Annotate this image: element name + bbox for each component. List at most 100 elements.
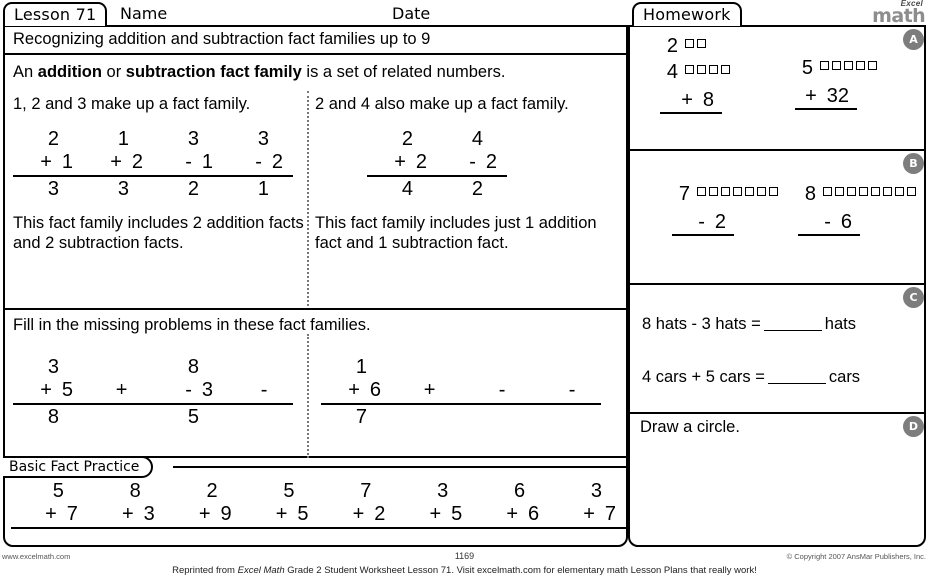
- note-post: Grade 2 Student Worksheet Lesson 71. Vis…: [284, 565, 757, 576]
- lesson-left-problem-1-answer[interactable]: 3: [13, 177, 83, 201]
- bfp-problem-3: 2 +9: [164, 480, 242, 529]
- fillin-right-problem-2-operator: +: [423, 379, 436, 401]
- fillin-right-problem-4-operand: [585, 379, 591, 401]
- lesson-right-problem-1: 2 +2 4: [367, 128, 437, 201]
- lesson-left-problem-3-answer[interactable]: 2: [153, 177, 223, 201]
- fillin-left-problem-2-addend-top: [83, 356, 153, 379]
- bfp-problem-2-addend-top: 8: [129, 480, 141, 502]
- c2-answer-blank[interactable]: [767, 383, 826, 384]
- fillin-right-problem-2-addend-top: [391, 356, 461, 379]
- c2-text-pre: 4 cars + 5 cars =: [642, 368, 765, 386]
- footer-copyright: © Copyright 2007 AnsMar Publishers, Inc.: [786, 552, 926, 561]
- fillin-right-problem-4-answer[interactable]: [531, 405, 601, 429]
- counter-square: [859, 187, 868, 196]
- counter-square: [721, 187, 730, 196]
- bfp-problem-1-operator: +: [45, 503, 57, 525]
- counter-square: [733, 187, 742, 196]
- bfp-problem-5: 7 +2: [318, 480, 396, 529]
- counter-square: [844, 61, 853, 70]
- homework-section-b: B 7 -2 8 -6: [630, 151, 924, 285]
- fillin-left-problem-4-answer[interactable]: [223, 405, 293, 429]
- a2-operator: +: [805, 85, 817, 107]
- counter-square: [769, 187, 778, 196]
- counter-square: [685, 39, 694, 48]
- bfp-problem-1: 5 +7: [11, 480, 88, 529]
- a1-top-squares: [685, 35, 709, 61]
- fillin-right-problem-3-operand: [515, 379, 521, 401]
- bfp-problem-5-operator: +: [352, 503, 365, 525]
- intro-bold-addition: addition: [37, 63, 102, 81]
- left-column-footer: This fact family includes 2 addition fac…: [13, 214, 304, 252]
- fillin-left-problem-4-addend-top: [223, 356, 293, 379]
- c1-answer-blank[interactable]: [763, 330, 822, 331]
- bfp-problem-4: 5 +5: [241, 480, 319, 529]
- bfp-problem-5-operand: 2: [374, 503, 386, 525]
- counter-square: [709, 187, 718, 196]
- fillin-left-problem-3-operator: -: [185, 379, 192, 401]
- lesson-left-problem-4: 3-2 1: [223, 128, 293, 201]
- bfp-problem-5-addend-top: 7: [360, 480, 372, 502]
- lesson-left-problem-4-operator: -: [255, 151, 262, 173]
- bfp-problem-2: 8 +3: [87, 480, 165, 529]
- fillin-right-problem-3-answer[interactable]: [461, 405, 531, 429]
- fillin-left-problem-2-answer[interactable]: [83, 405, 153, 429]
- homework-d-prompt: Draw a circle.: [640, 418, 740, 436]
- bfp-problem-7-addend-top: 6: [514, 480, 526, 502]
- lesson-left-problem-2-operator: +: [110, 151, 122, 173]
- a1-top-number: 2: [666, 35, 678, 57]
- fillin-right-problem-3-addend-top: [461, 356, 531, 379]
- lesson-left-problem-3: 3-12: [153, 128, 223, 201]
- lesson-left-problem-2-answer[interactable]: 3: [83, 177, 153, 201]
- b2-squares: [823, 183, 916, 209]
- lesson-right-problem-1-answer[interactable]: 4: [367, 177, 437, 201]
- fillin-left-problem-3-operand: 3: [201, 379, 213, 401]
- bfp-problem-1-addend-top: 5: [52, 480, 64, 502]
- counter-square: [832, 61, 841, 70]
- bfp-problem-7-operand: 6: [528, 503, 540, 525]
- homework-panel: A 2 4 +8 5 +32 B 7 - 2 8 - 6 C 8 hats - …: [628, 25, 926, 547]
- lesson-right-problem-2-addend-bottom: -2: [437, 151, 507, 177]
- b1-sum-line: -2: [672, 211, 734, 236]
- lesson-objective: Recognizing addition and subtraction fac…: [5, 27, 626, 55]
- fillin-right-problem-1-answer[interactable]: 7: [321, 405, 391, 429]
- lesson-intro-text: An addition or subtraction fact family i…: [5, 55, 626, 82]
- lesson-left-problem-4-operand: 2: [271, 151, 283, 173]
- fillin-right-problem-4: -: [531, 356, 601, 429]
- intro-pre: An: [13, 63, 38, 81]
- bfp-problem-6-operand: 5: [451, 503, 463, 525]
- a1-mid-number: 4: [666, 61, 678, 83]
- fillin-right-problem-3-operator: -: [498, 379, 506, 401]
- lesson-left-problem-4-answer[interactable]: 1: [223, 177, 293, 201]
- lesson-left-problem-1-operand: 1: [61, 151, 73, 173]
- lesson-left-problem-1: 2 +1 3: [13, 128, 83, 201]
- a1-mid-squares: [685, 61, 733, 87]
- section-badge-d: D: [903, 416, 924, 437]
- lesson-left-problem-3-operator: -: [185, 151, 192, 173]
- fill-in-row-right: 1 +6 7 + - -: [321, 356, 601, 429]
- section-badge-a: A: [903, 29, 924, 50]
- b2-operator: -: [824, 211, 831, 233]
- lesson-right-problem-2-addend-top: 4: [471, 128, 483, 150]
- fillin-right-problem-2-answer[interactable]: [391, 405, 461, 429]
- right-problem-row: 2 +2 4 4-2 2: [367, 128, 625, 201]
- lesson-right-problem-2-answer[interactable]: 2: [437, 177, 507, 201]
- lesson-explanation-section: An addition or subtraction fact family i…: [5, 55, 626, 310]
- fillin-left-problem-1-answer[interactable]: 8: [13, 405, 83, 429]
- fillin-right-problem-2-operand: [445, 379, 451, 401]
- bfp-problem-3-addend-bottom: +9: [164, 503, 242, 529]
- bfp-problem-3-addend-top: 2: [206, 480, 218, 502]
- fillin-right-problem-1-addend-top: 1: [355, 356, 367, 378]
- fillin-right-problem-4-addend-bottom: -: [531, 379, 601, 405]
- fillin-right-problem-1-addend-bottom: +6: [321, 379, 391, 405]
- fillin-left-problem-3-answer[interactable]: 5: [153, 405, 223, 429]
- homework-section-a: A 2 4 +8 5 +32: [630, 27, 924, 151]
- fillin-left-problem-2-operator: +: [115, 379, 128, 401]
- lesson-left-problem-4-addend-top: 3: [257, 128, 269, 150]
- b2-top-row: 8: [798, 183, 916, 209]
- counter-square: [697, 65, 706, 74]
- lesson-left-problem-2: 1 +2 3: [83, 128, 153, 201]
- counter-square: [820, 61, 829, 70]
- fillin-right-problem-1-operator: +: [348, 379, 360, 401]
- fact-family-column-left: 1, 2 and 3 make up a fact family. 2 +1 3 1 +…: [13, 95, 305, 253]
- bfp-problem-3-operand: 9: [220, 503, 232, 525]
